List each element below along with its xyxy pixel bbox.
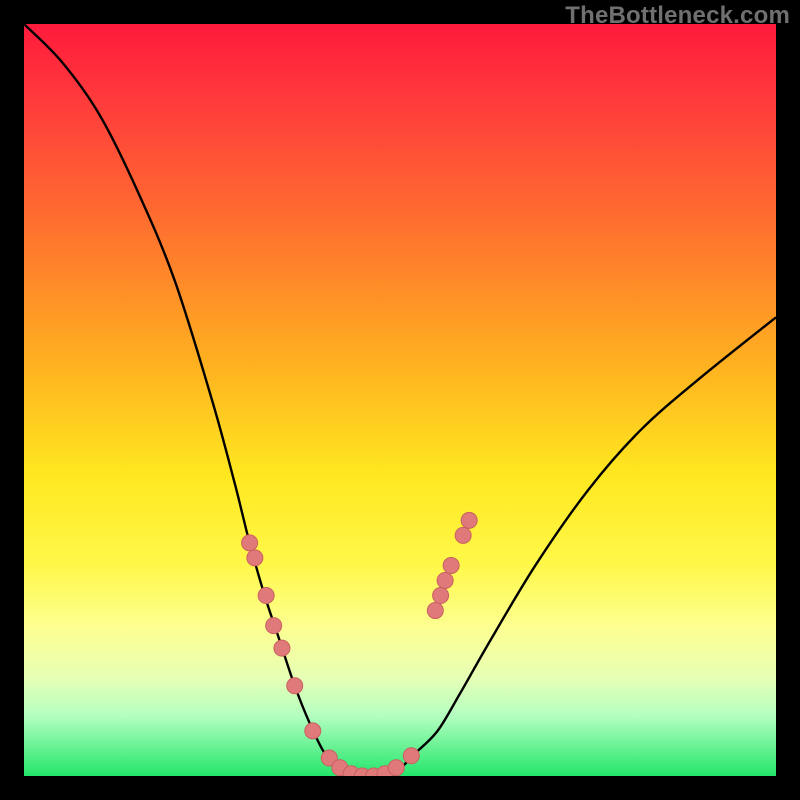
data-marker xyxy=(461,512,477,528)
data-marker xyxy=(274,640,290,656)
data-marker xyxy=(427,603,443,619)
data-marker xyxy=(305,723,321,739)
data-markers xyxy=(242,512,478,776)
chart-svg xyxy=(24,24,776,776)
chart-frame: TheBottleneck.com xyxy=(0,0,800,800)
data-marker xyxy=(388,760,404,776)
data-marker xyxy=(287,678,303,694)
data-marker xyxy=(247,550,263,566)
data-marker xyxy=(455,527,471,543)
plot-area xyxy=(24,24,776,776)
data-marker xyxy=(433,588,449,604)
bottleneck-curve xyxy=(24,24,776,776)
bottleneck-curve-path xyxy=(24,24,776,776)
data-marker xyxy=(403,748,419,764)
data-marker xyxy=(443,557,459,573)
data-marker xyxy=(242,535,258,551)
data-marker xyxy=(437,572,453,588)
data-marker xyxy=(266,618,282,634)
data-marker xyxy=(258,588,274,604)
